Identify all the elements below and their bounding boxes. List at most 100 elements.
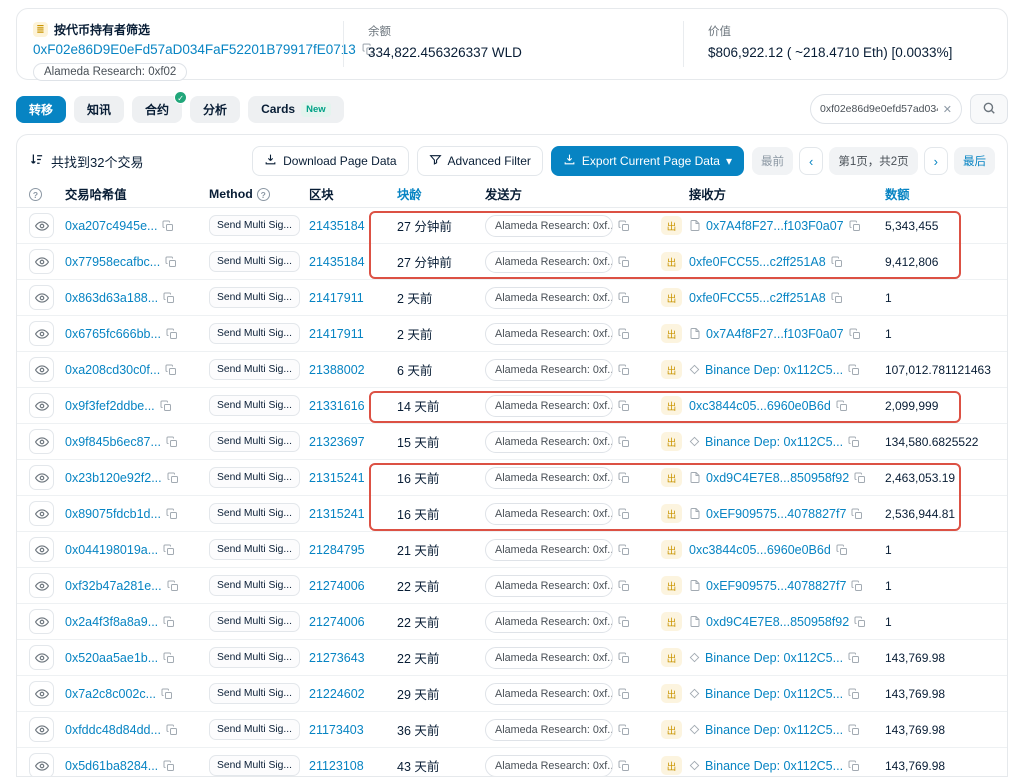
copy-from-icon[interactable] — [618, 760, 630, 772]
to-address-link[interactable]: 0xd9C4E7E8...850958f92 — [706, 471, 849, 485]
to-address-link[interactable]: 0xd9C4E7E8...850958f92 — [706, 615, 849, 629]
block-link[interactable]: 21435184 — [309, 219, 365, 233]
method-badge[interactable]: Send Multi Sig... — [209, 287, 300, 308]
tx-hash-link[interactable]: 0x044198019a... — [65, 543, 158, 557]
to-address-link[interactable]: 0xfe0FCC55...c2ff251A8 — [689, 291, 826, 305]
copy-to-icon[interactable] — [831, 256, 843, 268]
copy-to-icon[interactable] — [848, 364, 860, 376]
download-page-data-button[interactable]: Download Page Data — [252, 146, 408, 176]
to-address-link[interactable]: 0x7A4f8F27...f103F0a07 — [706, 219, 844, 233]
tab-contract[interactable]: 合约✓ — [132, 96, 182, 123]
method-badge[interactable]: Send Multi Sig... — [209, 755, 300, 776]
search-input[interactable]: 0xf02e86d9e0efd57ad034faf5... ✕ — [810, 94, 962, 124]
to-address-link[interactable]: 0x7A4f8F27...f103F0a07 — [706, 327, 844, 341]
copy-from-icon[interactable] — [618, 544, 630, 556]
to-address-link[interactable]: 0xc3844c05...6960e0B6d — [689, 543, 831, 557]
to-address-link[interactable]: 0xc3844c05...6960e0B6d — [689, 399, 831, 413]
copy-from-icon[interactable] — [618, 400, 630, 412]
copy-from-icon[interactable] — [618, 688, 630, 700]
method-badge[interactable]: Send Multi Sig... — [209, 719, 300, 740]
copy-to-icon[interactable] — [851, 508, 863, 520]
view-tx-details-button[interactable] — [29, 357, 54, 382]
tab-transfers[interactable]: 转移 — [16, 96, 66, 123]
from-address-pill[interactable]: Alameda Research: 0xf... — [485, 323, 613, 345]
search-button[interactable] — [970, 94, 1008, 124]
method-badge[interactable]: Send Multi Sig... — [209, 431, 300, 452]
from-address-pill[interactable]: Alameda Research: 0xf... — [485, 359, 613, 381]
copy-from-icon[interactable] — [618, 220, 630, 232]
method-badge[interactable]: Send Multi Sig... — [209, 359, 300, 380]
tx-hash-link[interactable]: 0x5d61ba8284... — [65, 759, 158, 773]
from-address-pill[interactable]: Alameda Research: 0xf... — [485, 539, 613, 561]
view-tx-details-button[interactable] — [29, 501, 54, 526]
to-address-link[interactable]: Binance Dep: 0x112C5... — [705, 687, 843, 701]
block-link[interactable]: 21274006 — [309, 615, 365, 629]
from-address-pill[interactable]: Alameda Research: 0xf... — [485, 647, 613, 669]
block-link[interactable]: 21315241 — [309, 507, 365, 521]
block-link[interactable]: 21435184 — [309, 255, 365, 269]
copy-hash-icon[interactable] — [166, 328, 178, 340]
from-address-pill[interactable]: Alameda Research: 0xf... — [485, 431, 613, 453]
block-link[interactable]: 21274006 — [309, 579, 365, 593]
copy-hash-icon[interactable] — [163, 292, 175, 304]
copy-to-icon[interactable] — [854, 616, 866, 628]
tx-hash-link[interactable]: 0xa208cd30c0f... — [65, 363, 160, 377]
copy-to-icon[interactable] — [848, 436, 860, 448]
copy-hash-icon[interactable] — [166, 436, 178, 448]
copy-to-icon[interactable] — [854, 472, 866, 484]
copy-hash-icon[interactable] — [163, 760, 175, 772]
copy-hash-icon[interactable] — [165, 256, 177, 268]
view-tx-details-button[interactable] — [29, 681, 54, 706]
view-tx-details-button[interactable] — [29, 609, 54, 634]
block-link[interactable]: 21173403 — [309, 723, 364, 737]
copy-from-icon[interactable] — [618, 436, 630, 448]
from-address-pill[interactable]: Alameda Research: 0xf... — [485, 683, 613, 705]
method-badge[interactable]: Send Multi Sig... — [209, 215, 300, 236]
copy-hash-icon[interactable] — [165, 364, 177, 376]
from-address-pill[interactable]: Alameda Research: 0xf... — [485, 287, 613, 309]
from-address-pill[interactable]: Alameda Research: 0xf... — [485, 719, 613, 741]
copy-to-icon[interactable] — [849, 328, 861, 340]
view-tx-details-button[interactable] — [29, 537, 54, 562]
tx-hash-link[interactable]: 0x863d63a188... — [65, 291, 158, 305]
tab-cards[interactable]: CardsNew — [248, 96, 344, 123]
from-address-pill[interactable]: Alameda Research: 0xf... — [485, 395, 613, 417]
clear-search-icon[interactable]: ✕ — [943, 103, 952, 116]
copy-from-icon[interactable] — [618, 364, 630, 376]
block-link[interactable]: 21315241 — [309, 471, 365, 485]
copy-to-icon[interactable] — [836, 400, 848, 412]
view-tx-details-button[interactable] — [29, 285, 54, 310]
method-badge[interactable]: Send Multi Sig... — [209, 323, 300, 344]
copy-from-icon[interactable] — [618, 652, 630, 664]
method-badge[interactable]: Send Multi Sig... — [209, 647, 300, 668]
method-badge[interactable]: Send Multi Sig... — [209, 539, 300, 560]
copy-hash-icon[interactable] — [167, 472, 179, 484]
block-link[interactable]: 21331616 — [309, 399, 365, 413]
page-next-button[interactable]: › — [924, 147, 948, 175]
block-link[interactable]: 21388002 — [309, 363, 365, 377]
tab-info[interactable]: 知讯 — [74, 96, 124, 123]
tx-hash-link[interactable]: 0x7a2c8c002c... — [65, 687, 156, 701]
method-help-icon[interactable]: ? — [257, 188, 270, 201]
view-tx-details-button[interactable] — [29, 429, 54, 454]
tx-hash-link[interactable]: 0xf32b47a281e... — [65, 579, 162, 593]
advanced-filter-button[interactable]: Advanced Filter — [417, 146, 543, 176]
copy-hash-icon[interactable] — [161, 688, 173, 700]
tx-hash-link[interactable]: 0x520aa5ae1b... — [65, 651, 158, 665]
tx-hash-link[interactable]: 0x89075fdcb1d... — [65, 507, 161, 521]
method-badge[interactable]: Send Multi Sig... — [209, 503, 300, 524]
page-first-button[interactable]: 最前 — [752, 147, 793, 175]
col-amount[interactable]: 数额 — [885, 185, 995, 203]
from-address-pill[interactable]: Alameda Research: 0xf... — [485, 755, 613, 777]
sort-icon[interactable] — [29, 152, 44, 170]
view-tx-details-button[interactable] — [29, 573, 54, 598]
view-tx-details-button[interactable] — [29, 213, 54, 238]
to-address-link[interactable]: 0xEF909575...4078827f7 — [706, 507, 846, 521]
block-link[interactable]: 21123108 — [309, 759, 364, 773]
export-page-data-button[interactable]: Export Current Page Data ▾ — [551, 146, 744, 176]
page-last-button[interactable]: 最后 — [954, 147, 995, 175]
method-badge[interactable]: Send Multi Sig... — [209, 683, 300, 704]
from-address-pill[interactable]: Alameda Research: 0xf... — [485, 611, 613, 633]
method-badge[interactable]: Send Multi Sig... — [209, 395, 300, 416]
from-address-pill[interactable]: Alameda Research: 0xf... — [485, 467, 613, 489]
